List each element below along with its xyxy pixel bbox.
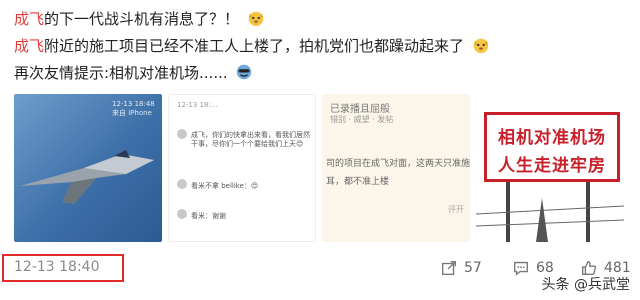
forum-tag: 评开 (448, 205, 464, 214)
cool-emoji-icon (237, 64, 252, 80)
share-count: 57 (464, 260, 482, 276)
comment-icon (514, 261, 528, 276)
thumbnail-comments[interactable]: 12-13 18:... 成飞，你们的快拿出来看，看我们居然干事，尽你们一个个要… (168, 94, 316, 242)
forum-text-line: 耳，都不准上楼 (326, 177, 390, 187)
post-text-segment: 附近的施工项目已经不准工人上楼了，拍机党们也都躁动起来了 (44, 37, 465, 55)
thumbnail-warning-sign[interactable]: 相机对准机场 人生走进牢房 (476, 94, 624, 242)
forum-subheader: 错别 · 威望 · 发帖 (330, 115, 394, 124)
share-icon (442, 261, 456, 275)
comment-text: 看米不拿 bellike：😊 (191, 182, 259, 190)
avatar (177, 129, 187, 139)
dog-emoji-icon (248, 11, 264, 27)
keyword-link[interactable]: 成飞 (14, 37, 44, 55)
post-line-2: 成飞附近的施工项目已经不准工人上楼了，拍机党们也都躁动起来了 (14, 33, 614, 60)
thumbnail-fighter-jet[interactable]: 12-13 18:48 来自 iPhone (14, 94, 162, 242)
post-text-segment: 的下一代战斗机有消息了？！ (44, 10, 240, 28)
thumbnail-timestamp: 12-13 18:... (177, 101, 218, 109)
comment-text: 成飞，你们的快拿出来看，看我们居然干事，尽你们一个个要给我们上天😊 (191, 131, 310, 148)
thumbnail-subtext: 来自 iPhone (112, 109, 152, 117)
forum-text-line: 司的项目在成飞对面，这两天只准施 (326, 159, 470, 169)
post-text-segment: 再次友情提示:相机对准机场...... (14, 64, 228, 82)
post-timestamp[interactable]: 12-13 18:40 (14, 259, 99, 275)
thumbnail-timestamp: 12-13 18:48 (112, 100, 155, 108)
comment-text: 看米：谢谢 (191, 212, 226, 220)
post-line-3: 再次友情提示:相机对准机场...... (14, 60, 614, 87)
avatar (177, 209, 187, 219)
dog-emoji-icon (473, 38, 489, 54)
post-body: 成飞的下一代战斗机有消息了？！ 成飞附近的施工项目已经不准工人上楼了，拍机党们也… (14, 6, 614, 87)
forum-header: 已录播且屈般 (330, 104, 390, 115)
fence-image (476, 182, 624, 242)
share-button[interactable]: 57 (440, 259, 482, 277)
image-gallery: 12-13 18:48 来自 iPhone 12-13 18:... 成飞，你们… (14, 94, 626, 242)
watermark: 头条 @兵武堂 (541, 277, 630, 293)
avatar (177, 179, 187, 189)
thumbnail-forum-post[interactable]: 已录播且屈般 错别 · 威望 · 发帖 司的项目在成飞对面，这两天只准施 耳，都… (322, 94, 470, 242)
keyword-link[interactable]: 成飞 (14, 10, 44, 28)
post-line-1: 成飞的下一代战斗机有消息了？！ (14, 6, 614, 33)
